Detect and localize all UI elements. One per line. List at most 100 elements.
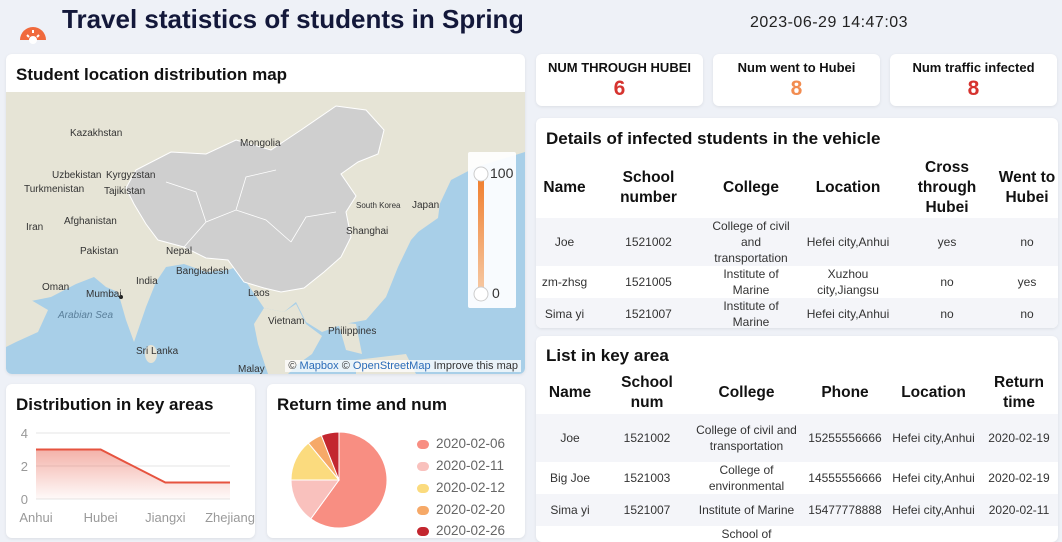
column-header: Name <box>543 179 586 196</box>
table-cell: Institute of Marine <box>698 503 795 517</box>
map-panel: Student location distribution map Kazakh… <box>6 54 525 374</box>
column-header: Cross through Hubei <box>917 159 977 216</box>
column-header: School number <box>620 169 677 206</box>
table-cell: yes <box>1017 275 1037 289</box>
key-area-table: Name School num College Phone Location R… <box>536 372 1058 542</box>
column-header: Location <box>901 384 966 401</box>
infected-table: Name School number College Location Cros… <box>536 158 1058 328</box>
stat-label: Num traffic infected <box>912 60 1035 75</box>
table-row[interactable]: Joe 1521002 College of civil and transpo… <box>536 414 1058 462</box>
table-cell: Joe <box>554 235 575 249</box>
column-header: Name <box>548 384 592 401</box>
column-header: College <box>718 384 775 401</box>
table-cell: Hefei city,Anhui <box>806 307 890 321</box>
table-row[interactable]: Joe 1521002 College of civil and transpo… <box>536 218 1058 266</box>
table-cell: 15477778888 <box>808 503 882 517</box>
map-label: South Korea <box>356 201 401 210</box>
table-cell: no <box>940 307 954 321</box>
table-cell: Hefei city,Anhui <box>892 503 975 517</box>
table-cell: 1521007 <box>623 503 671 517</box>
virus-logo-icon <box>20 27 46 44</box>
table-cell: College of civil and transportation <box>712 219 790 265</box>
column-header: College <box>723 179 779 196</box>
table-cell <box>536 526 604 542</box>
legend-max-label: 100 <box>490 165 514 181</box>
table-cell: College of environmental <box>708 463 785 493</box>
pie-legend-item[interactable]: 2020-02-20 <box>417 502 505 517</box>
key-area-table-scroll[interactable]: Name School num College Phone Location R… <box>536 372 1058 542</box>
column-header: Return time <box>994 374 1044 411</box>
mapbox-link[interactable]: Mapbox <box>300 360 339 372</box>
stat-went-to-hubei: Num went to Hubei 8 <box>713 54 880 106</box>
column-header: Phone <box>821 384 869 401</box>
map-title: Student location distribution map <box>16 65 288 84</box>
x-tick-label: Jiangxi <box>145 510 186 525</box>
map-label: Oman <box>42 282 69 293</box>
distribution-chart-panel: Distribution in key areas 0 2 4 Anhui Hubei J… <box>6 384 255 538</box>
column-header: Location <box>815 179 881 196</box>
table-cell: Institute of Marine <box>723 267 779 297</box>
table-cell <box>604 526 690 542</box>
legend-min-handle <box>473 286 489 302</box>
return-time-pie-chart[interactable] <box>267 384 407 538</box>
osm-link[interactable]: OpenStreetMap <box>353 360 431 372</box>
table-cell: 1521005 <box>625 275 672 289</box>
map-label: Laos <box>248 288 270 299</box>
map-legend: 100 0 <box>468 152 516 308</box>
legend-max-handle <box>473 166 489 182</box>
map-label: India <box>136 276 158 287</box>
table-cell <box>887 526 980 542</box>
table-cell: no <box>940 275 954 289</box>
table-cell: no <box>1020 235 1034 249</box>
infected-title: Details of infected students in the vehi… <box>546 129 881 148</box>
map-label: Sri Lanka <box>136 346 179 357</box>
map-label: Uzbekistan <box>52 170 101 181</box>
table-cell: yes <box>937 235 957 249</box>
map-attribution: © Mapbox © OpenStreetMap Improve this ma… <box>285 360 521 372</box>
table-row[interactable]: Sima yi 1521007 Institute of Marine 1547… <box>536 494 1058 526</box>
table-cell: 2020-02-19 <box>988 431 1050 445</box>
table-row[interactable]: Big Joe 1521003 College of environmental… <box>536 462 1058 494</box>
improve-map-link[interactable]: Improve this map <box>434 360 518 372</box>
table-cell: Big Joe <box>549 471 591 485</box>
distribution-chart[interactable]: 0 2 4 Anhui Hubei Jiangxi Zhejiang <box>6 384 255 538</box>
stat-value: 6 <box>613 77 626 100</box>
location-map[interactable]: Kazakhstan Mongolia Uzbekistan Kyrgyzsta… <box>6 92 525 374</box>
table-cell: Hefei city,Anhui <box>892 431 975 445</box>
infected-details-panel: Details of infected students in the vehi… <box>536 118 1058 328</box>
pie-legend-item[interactable]: 2020-02-12 <box>417 480 505 495</box>
table-cell: 1521003 <box>623 471 671 485</box>
table-cell: Joe <box>560 431 580 445</box>
table-cell: 1521002 <box>623 431 671 445</box>
map-label: Mongolia <box>240 138 281 149</box>
table-row[interactable]: zm-zhsg 1521005 Institute of Marine Xuzh… <box>536 266 1058 298</box>
table-cell: 2020-02-19 <box>988 471 1050 485</box>
map-label: Turkmenistan <box>24 184 84 195</box>
map-label: Pakistan <box>80 246 118 257</box>
x-tick-label: Zhejiang <box>205 510 255 525</box>
table-cell: no <box>1020 307 1034 321</box>
table-row[interactable]: School of <box>536 526 1058 542</box>
table-cell: Sima yi <box>544 307 585 321</box>
pie-legend-item-clipped[interactable]: 2020-02-26 <box>417 523 505 538</box>
table-cell: School of <box>721 527 772 541</box>
map-label: Philippines <box>328 326 376 337</box>
pie-legend-item[interactable]: 2020-02-11 <box>417 458 504 473</box>
pie-legend-item[interactable]: 2020-02-06 <box>417 436 505 451</box>
map-label: Kazakhstan <box>70 128 122 139</box>
map-label: Bangladesh <box>176 266 229 277</box>
table-cell: 1521007 <box>625 307 672 321</box>
stat-label: Num went to Hubei <box>737 60 856 75</box>
stat-value: 8 <box>790 77 803 100</box>
infected-table-scroll[interactable]: Name School number College Location Cros… <box>536 158 1058 328</box>
column-header: Went to Hubei <box>998 169 1056 206</box>
page-title: Travel statistics of students in Spring … <box>62 4 522 34</box>
stat-value: 8 <box>967 77 980 100</box>
table-cell: 2020-02-11 <box>988 503 1050 517</box>
table-row[interactable]: Sima yi 1521007 Institute of Marine Hefe… <box>536 298 1058 328</box>
legend-min-label: 0 <box>492 285 500 301</box>
y-tick-label: 4 <box>21 426 28 441</box>
stat-traffic-infected: Num traffic infected 8 <box>890 54 1057 106</box>
table-cell: 14555556666 <box>808 471 882 485</box>
column-header: School num <box>621 374 673 411</box>
